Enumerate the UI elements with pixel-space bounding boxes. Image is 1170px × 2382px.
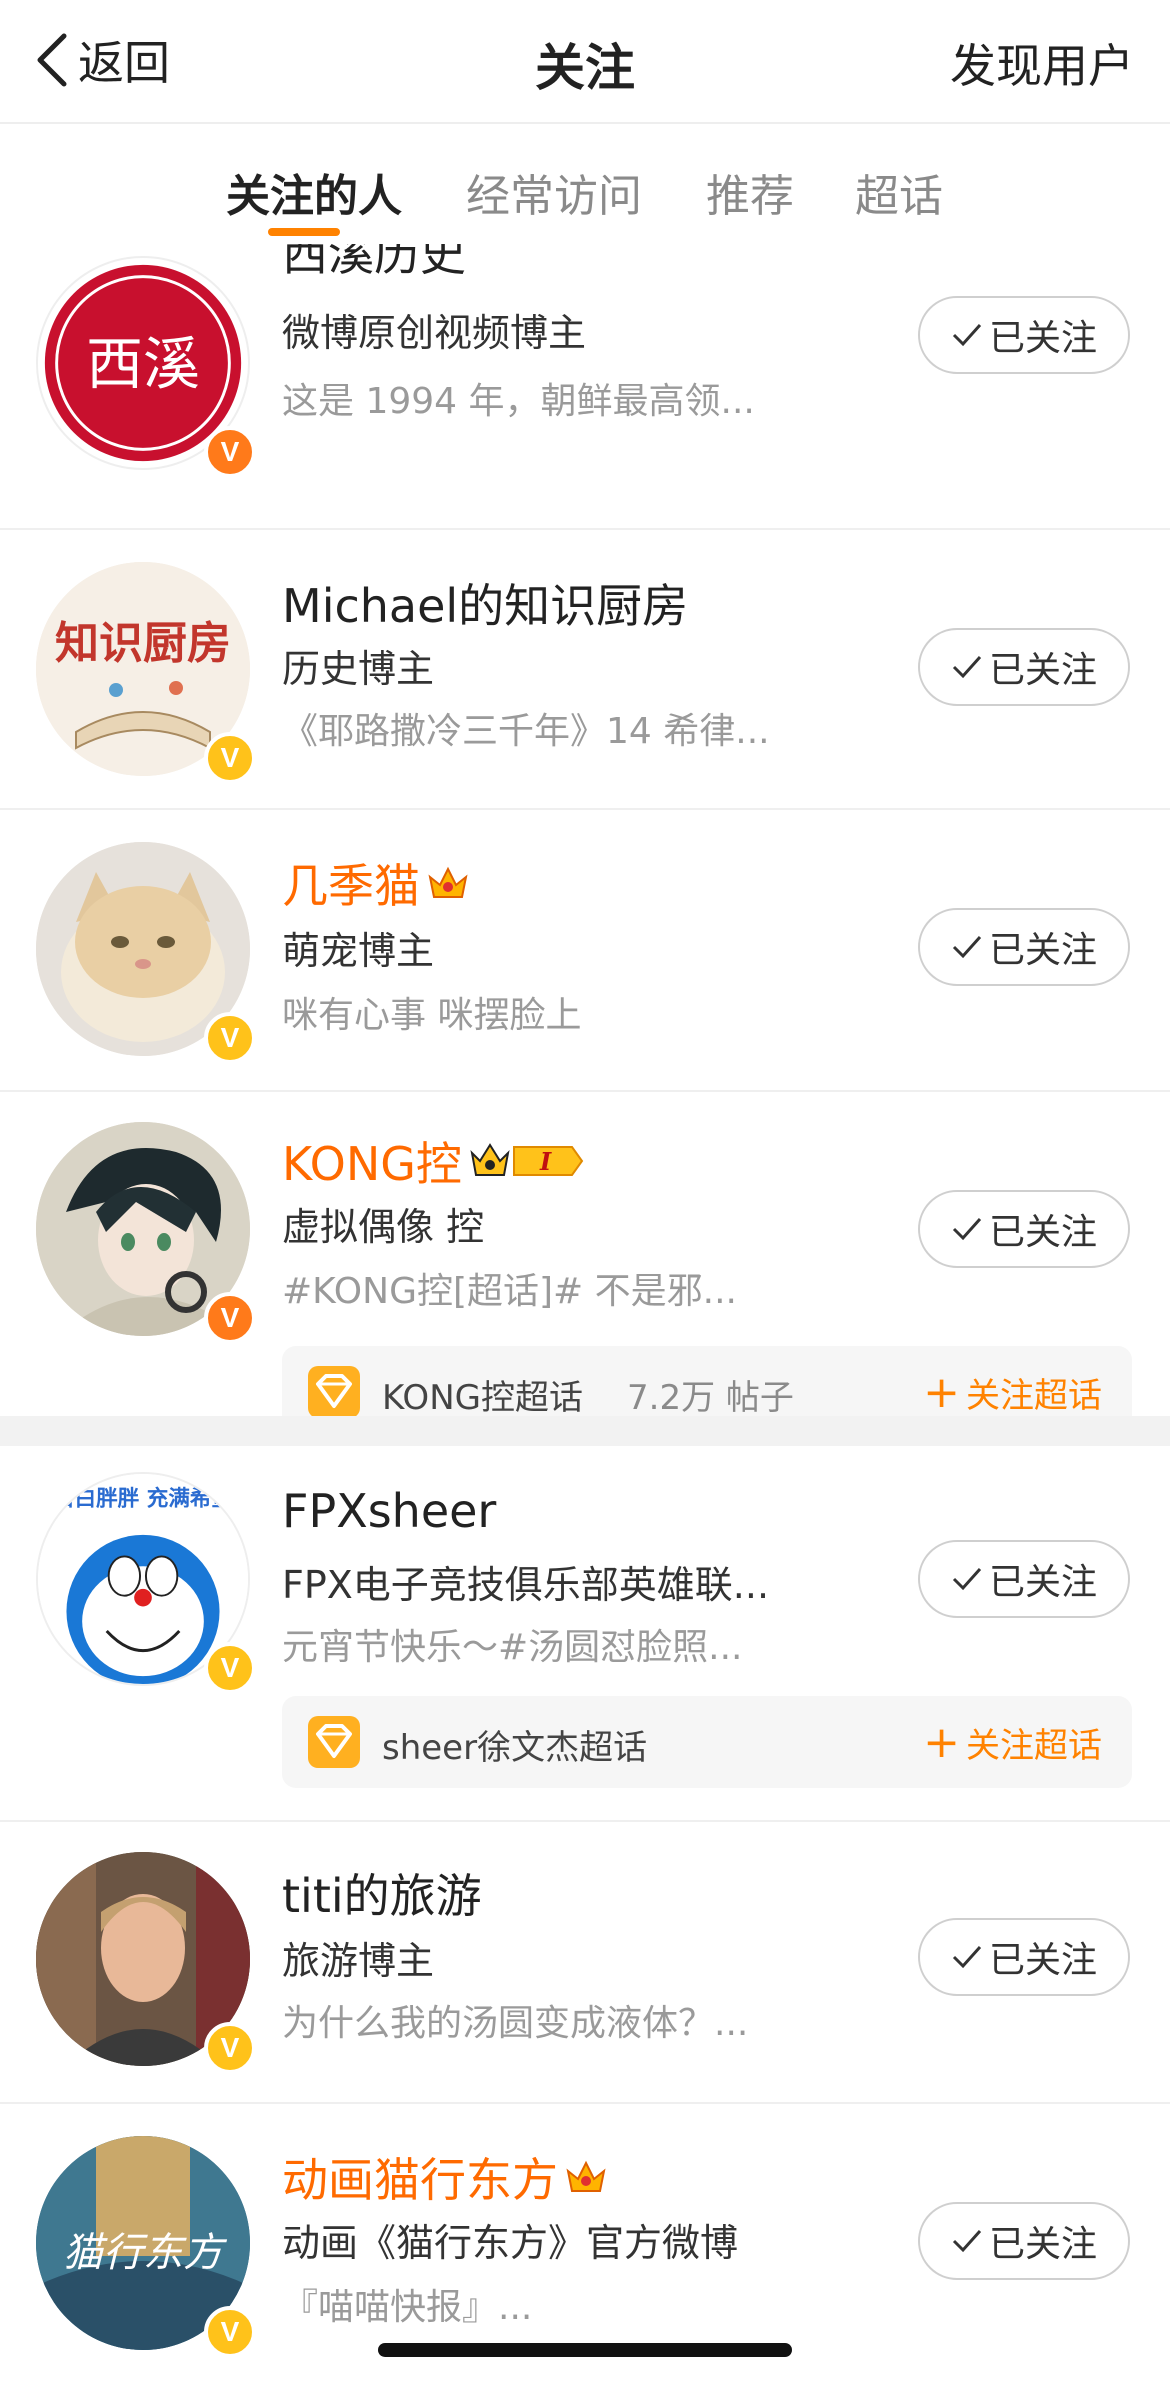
latest-post-snippet[interactable]: 『喵喵快报』... [282,2278,532,2330]
list-item[interactable]: 知识厨房 V Michael的知识厨房 历史博主 《耶路撒冷三千年》14 希律.… [0,530,1170,810]
verified-badge: V [204,2306,256,2358]
following-list: 西溪 V 西溪历史 微博原创视频博主 这是 1994 年，朝鲜最高领... 已关… [0,244,1170,2382]
verified-badge: V [204,1012,256,1064]
following-button[interactable]: 已关注 [918,908,1130,986]
following-button[interactable]: 已关注 [918,1190,1130,1268]
section-divider [0,1416,1170,1446]
follow-supertopic-button[interactable]: + 关注超话 [923,1368,1102,1417]
check-icon [952,2229,982,2253]
avatar[interactable]: V [36,1122,256,1344]
svg-text:I: I [539,1147,552,1176]
list-item[interactable]: V 几季猫 萌宠博主 咪有心事 咪摆脸上 已关注 [0,810,1170,1092]
following-button[interactable]: 已关注 [918,628,1130,706]
list-item[interactable]: 西溪 V 西溪历史 微博原创视频博主 这是 1994 年，朝鲜最高领... 已关… [0,244,1170,530]
following-button[interactable]: 已关注 [918,1918,1130,1996]
verified-badge: V [204,426,256,478]
verified-badge: V [204,732,256,784]
user-name[interactable]: Michael的知识厨房 [282,570,688,636]
tab-frequent[interactable]: 经常访问 [466,160,642,224]
vip-crown-icon [566,2160,606,2192]
user-name[interactable]: 西溪历史 [282,244,466,284]
user-description: 动画《猫行东方》官方微博 [282,2221,739,2265]
plus-icon: + [923,1366,960,1418]
avatar[interactable]: V [36,842,256,1064]
user-description: 历史博主 [282,647,435,691]
user-name[interactable]: 几季猫 [282,850,470,916]
following-button[interactable]: 已关注 [918,1540,1130,1618]
user-description: 虚拟偶像 控 [282,1205,485,1249]
verified-badge: V [204,1292,256,1344]
following-button[interactable]: 已关注 [918,296,1130,374]
following-label: 已关注 [988,930,1097,971]
svg-text:知识厨房: 知识厨房 [55,618,231,669]
supertopic-name: sheer徐文杰超话 [382,1728,648,1768]
latest-post-snippet[interactable]: 咪有心事 咪摆脸上 [282,986,581,1038]
check-icon [952,1217,982,1241]
user-description: 微博原创视频博主 [282,311,587,355]
avatar[interactable]: 西溪 V [36,256,256,478]
avatar[interactable]: 白白胖胖 充满希望 V [36,1472,256,1694]
svg-text:猫行东方: 猫行东方 [63,2230,228,2276]
follow-supertopic-button[interactable]: + 关注超话 [923,1718,1102,1767]
avatar[interactable]: 知识厨房 V [36,562,256,784]
tab-supertopic[interactable]: 超话 [855,160,943,224]
following-label: 已关注 [988,1212,1097,1253]
list-item[interactable]: 白白胖胖 充满希望 V FPXsheer FPX电子竞技俱乐部英雄联... 元宵… [0,1446,1170,1822]
avatar[interactable]: V [36,1852,256,2074]
list-item[interactable]: 猫行东方 V 动画猫行东方 动画《猫行东方》官方微博 『喵喵快报』... 已关注 [0,2104,1170,2382]
latest-post-snippet[interactable]: #KONG控[超话]# 不是邪... [282,1262,737,1314]
supertopic-card[interactable]: sheer徐文杰超话 + 关注超话 [282,1696,1132,1788]
discover-users-button[interactable]: 发现用户 [950,30,1134,96]
user-description: 萌宠博主 [282,929,435,973]
check-icon [952,1945,982,1969]
supertopic-icon [308,1716,360,1768]
supertopic-icon [308,1366,360,1418]
vip-crown-icon [428,866,468,898]
check-icon [952,935,982,959]
user-name[interactable]: FPXsheer [282,1484,496,1538]
verified-badge: V [204,2022,256,2074]
svg-text:白白胖胖 充满希望: 白白胖胖 充满希望 [53,1485,233,1511]
plus-icon: + [923,1716,960,1768]
tab-bar: 关注的人 经常访问 推荐 超话 [0,124,1170,244]
svg-text:西溪: 西溪 [86,332,200,398]
following-label: 已关注 [988,1940,1097,1981]
user-name[interactable]: 动画猫行东方 [282,2144,608,2210]
latest-post-snippet[interactable]: 《耶路撒冷三千年》14 希律... [282,702,770,754]
user-name[interactable]: titi的旅游 [282,1860,482,1926]
user-description: FPX电子竞技俱乐部英雄联... [282,1563,770,1607]
vip-level-icon: I [470,1143,584,1176]
following-label: 已关注 [988,1562,1097,1603]
check-icon [952,323,982,347]
latest-post-snippet[interactable]: 元宵节快乐～#汤圆怼脸照... [282,1618,743,1670]
supertopic-name: KONG控超话 [382,1378,583,1418]
supertopic-post-count: 7.2万 帖子 [627,1378,794,1418]
following-label: 已关注 [988,2224,1097,2265]
latest-post-snippet[interactable]: 这是 1994 年，朝鲜最高领... [282,372,755,424]
list-item[interactable]: V titi的旅游 旅游博主 为什么我的汤圆变成液体？... 已关注 [0,1822,1170,2104]
user-name[interactable]: KONG控 I [282,1128,586,1194]
tab-recommended[interactable]: 推荐 [706,160,794,224]
following-button[interactable]: 已关注 [918,2202,1130,2280]
user-description: 旅游博主 [282,1939,435,1983]
check-icon [952,1567,982,1591]
nav-bar: 返回 关注 发现用户 [0,0,1170,124]
following-label: 已关注 [988,318,1097,359]
verified-badge: V [204,1642,256,1694]
tab-following[interactable]: 关注的人 [226,160,402,224]
latest-post-snippet[interactable]: 为什么我的汤圆变成液体？... [282,1994,748,2046]
check-icon [952,655,982,679]
following-label: 已关注 [988,650,1097,691]
home-indicator[interactable] [378,2343,792,2357]
active-tab-indicator [268,228,340,236]
avatar[interactable]: 猫行东方 V [36,2136,256,2358]
